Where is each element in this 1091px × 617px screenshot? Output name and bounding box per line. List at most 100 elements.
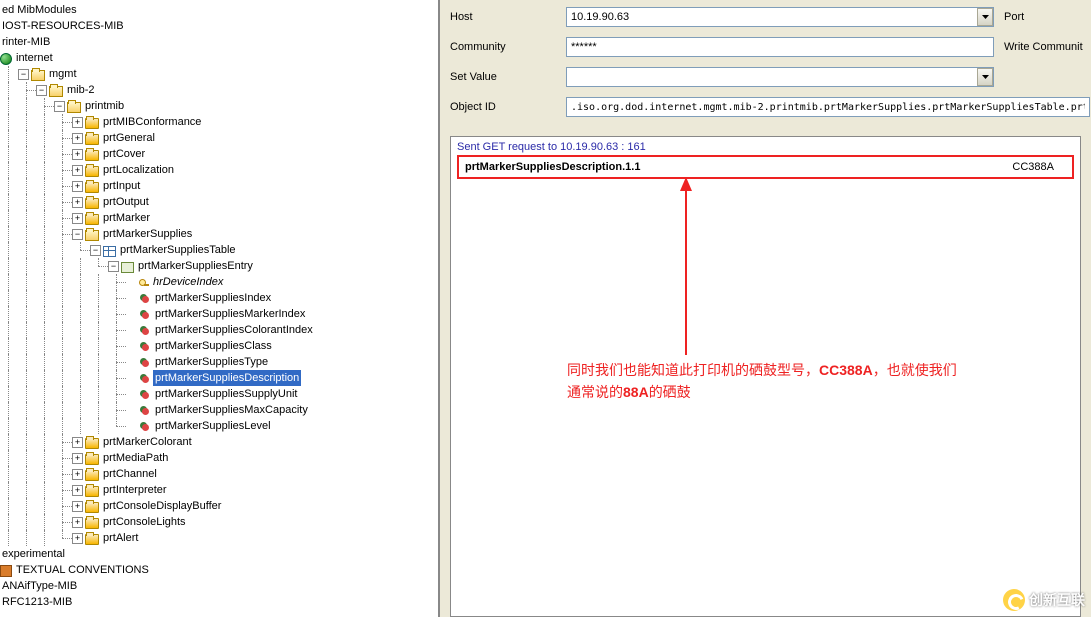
tree-node[interactable]: prtMarkerSuppliesIndex (0, 290, 438, 306)
tree-node[interactable]: prtMarkerSuppliesSupplyUnit (0, 386, 438, 402)
tree-node[interactable]: +prtConsoleDisplayBuffer (0, 498, 438, 514)
collapse-icon[interactable]: − (72, 229, 83, 240)
objectid-input[interactable] (566, 97, 1090, 117)
collapse-icon[interactable]: − (54, 101, 65, 112)
tree-node[interactable]: −prtMarkerSupplies (0, 226, 438, 242)
arrow-icon (676, 177, 696, 357)
tree-node[interactable]: +prtMIBConformance (0, 114, 438, 130)
tree-node[interactable]: +prtChannel (0, 466, 438, 482)
objectid-label: Object ID (450, 101, 566, 113)
tree-node[interactable]: prtMarkerSuppliesMarkerIndex (0, 306, 438, 322)
host-input[interactable] (566, 7, 994, 27)
tree-node[interactable]: −mgmt (0, 66, 438, 82)
result-highlight: prtMarkerSuppliesDescription.1.1 CC388A (457, 155, 1074, 179)
watermark-logo-icon (1003, 589, 1025, 611)
folder-icon (85, 198, 99, 209)
mib-tree-panel: ed MibModules IOST-RESOURCES-MIB rinter-… (0, 0, 440, 617)
tree-node-selected[interactable]: prtMarkerSuppliesDescription (0, 370, 438, 386)
collapse-icon[interactable]: − (108, 261, 119, 272)
tree-node[interactable]: prtMarkerSuppliesType (0, 354, 438, 370)
expand-icon[interactable]: + (72, 469, 83, 480)
leaf-icon (139, 389, 151, 401)
folder-open-icon (49, 86, 63, 97)
tree-node[interactable]: prtMarkerSuppliesLevel (0, 418, 438, 434)
result-value: CC388A (1012, 161, 1066, 173)
tree-node[interactable]: −mib-2 (0, 82, 438, 98)
tree-node[interactable]: experimental (0, 546, 438, 562)
table-icon (103, 246, 116, 257)
tree-node[interactable]: internet (0, 50, 438, 66)
tree-node[interactable]: +prtInput (0, 178, 438, 194)
tree-node[interactable]: hrDeviceIndex (0, 274, 438, 290)
expand-icon[interactable]: + (72, 213, 83, 224)
folder-icon (85, 438, 99, 449)
globe-icon (0, 53, 12, 65)
community-label: Community (450, 41, 566, 53)
status-text: Sent GET request to 10.19.90.63 : 161 (457, 141, 1074, 153)
tree-node[interactable]: ed MibModules (0, 2, 438, 18)
tree-node[interactable]: +prtInterpreter (0, 482, 438, 498)
tree-node[interactable]: prtMarkerSuppliesClass (0, 338, 438, 354)
tree-node[interactable]: +prtGeneral (0, 130, 438, 146)
result-oid: prtMarkerSuppliesDescription.1.1 (465, 161, 640, 173)
leaf-icon (139, 373, 151, 385)
expand-icon[interactable]: + (72, 197, 83, 208)
watermark: 创新互联 (1003, 589, 1085, 611)
leaf-icon (139, 293, 151, 305)
key-icon (139, 279, 149, 289)
tree-node[interactable]: IOST-RESOURCES-MIB (0, 18, 438, 34)
expand-icon[interactable]: + (72, 165, 83, 176)
tree-node[interactable]: rinter-MIB (0, 34, 438, 50)
leaf-icon (139, 325, 151, 337)
setvalue-label: Set Value (450, 71, 566, 83)
expand-icon[interactable]: + (72, 517, 83, 528)
tree-node[interactable]: +prtCover (0, 146, 438, 162)
folder-icon (85, 118, 99, 129)
tree-node[interactable]: prtMarkerSuppliesColorantIndex (0, 322, 438, 338)
expand-icon[interactable]: + (72, 533, 83, 544)
tree-node[interactable]: +prtOutput (0, 194, 438, 210)
folder-icon (85, 134, 99, 145)
dropdown-icon[interactable] (977, 8, 993, 26)
annotation-text: 同时我们也能知道此打印机的硒鼓型号，CC388A，也就使我们 通常说的88A的硒… (567, 359, 957, 404)
collapse-icon[interactable]: − (90, 245, 101, 256)
expand-icon[interactable]: + (72, 453, 83, 464)
expand-icon[interactable]: + (72, 117, 83, 128)
expand-icon[interactable]: + (72, 149, 83, 160)
host-label: Host (450, 11, 566, 23)
leaf-icon (139, 309, 151, 321)
tree-node[interactable]: +prtConsoleLights (0, 514, 438, 530)
tree-node[interactable]: prtMarkerSuppliesMaxCapacity (0, 402, 438, 418)
snmp-form: Host Port Community Write Communit Set V… (440, 0, 1091, 132)
tree-node[interactable]: −printmib (0, 98, 438, 114)
collapse-icon[interactable]: − (18, 69, 29, 80)
expand-icon[interactable]: + (72, 133, 83, 144)
setvalue-input[interactable] (566, 67, 994, 87)
book-icon (0, 565, 12, 577)
tree-node[interactable]: +prtMarkerColorant (0, 434, 438, 450)
dropdown-icon[interactable] (977, 68, 993, 86)
expand-icon[interactable]: + (72, 181, 83, 192)
leaf-icon (139, 357, 151, 369)
expand-icon[interactable]: + (72, 437, 83, 448)
tree-node[interactable]: +prtLocalization (0, 162, 438, 178)
writecommunity-label: Write Communit (1004, 41, 1083, 53)
community-input[interactable] (566, 37, 994, 57)
collapse-icon[interactable]: − (36, 85, 47, 96)
tree-node[interactable]: −prtMarkerSuppliesTable (0, 242, 438, 258)
tree-node[interactable]: RFC1213-MIB (0, 594, 438, 610)
folder-icon (85, 454, 99, 465)
tree-node[interactable]: +prtMediaPath (0, 450, 438, 466)
leaf-icon (139, 405, 151, 417)
tree-node[interactable]: ANAifType-MIB (0, 578, 438, 594)
folder-icon (85, 502, 99, 513)
tree-node[interactable]: TEXTUAL CONVENTIONS (0, 562, 438, 578)
tree-node[interactable]: +prtAlert (0, 530, 438, 546)
expand-icon[interactable]: + (72, 501, 83, 512)
expand-icon[interactable]: + (72, 485, 83, 496)
tree-node[interactable]: +prtMarker (0, 210, 438, 226)
folder-open-icon (85, 230, 99, 241)
mib-tree[interactable]: ed MibModules IOST-RESOURCES-MIB rinter-… (0, 2, 438, 610)
tree-node[interactable]: −prtMarkerSuppliesEntry (0, 258, 438, 274)
folder-icon (85, 166, 99, 177)
